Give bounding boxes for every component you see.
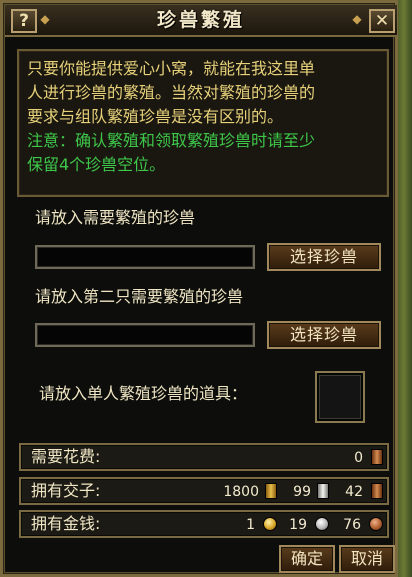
copper-ingot-icon	[371, 483, 383, 499]
money-label: 拥有金钱:	[31, 514, 101, 533]
cancel-button[interactable]: 取消	[339, 545, 395, 573]
info-panel: 只要你能提供爱心小窝，就能在我这里单 人进行珍兽的繁殖。当然对繁殖的珍兽的 要求…	[17, 49, 389, 197]
confirm-button[interactable]: 确定	[279, 545, 335, 573]
title-bar[interactable]: ? ◆ 珍兽繁殖 ◆ ✕	[5, 5, 397, 37]
background-scenery	[396, 0, 412, 577]
jiaozi-silver-value: 99	[293, 484, 311, 500]
breeding-item-slot[interactable]	[315, 371, 365, 423]
pet-breeding-dialog: ? ◆ 珍兽繁殖 ◆ ✕ 只要你能提供爱心小窝，就能在我这里单 人进行珍兽的繁殖…	[0, 0, 398, 577]
close-button[interactable]: ✕	[369, 9, 395, 33]
cost-label: 需要花费:	[31, 447, 101, 466]
note-line-2: 保留4个珍兽空位。	[27, 155, 166, 174]
money-gold-value: 1	[246, 517, 255, 533]
pet-slot-1-field[interactable]	[35, 245, 255, 269]
description-line-3: 要求与组队繁殖珍兽是没有区别的。	[27, 107, 284, 126]
money-silver-value: 19	[289, 517, 307, 533]
silver-ingot-icon	[317, 483, 329, 499]
note-line-1: 注意：确认繁殖和领取繁殖珍兽时请至少	[27, 131, 316, 150]
pet-slot-2-label: 请放入第二只需要繁殖的珍兽	[35, 287, 244, 306]
jiaozi-gold-value: 1800	[223, 484, 259, 500]
right-ornament-icon: ◆	[352, 12, 362, 26]
gold-coin-icon	[263, 517, 277, 531]
pet-slot-1-label: 请放入需要繁殖的珍兽	[35, 208, 196, 227]
description-line-1: 只要你能提供爱心小窝，就能在我这里单	[27, 59, 316, 78]
description-line-2: 人进行珍兽的繁殖。当然对繁殖的珍兽的	[27, 83, 316, 102]
question-mark-icon: ?	[19, 11, 29, 31]
copper-coin-icon	[369, 517, 383, 531]
ingot-icon	[371, 449, 383, 465]
select-pet-1-button[interactable]: 选择珍兽	[267, 243, 381, 271]
item-slot-label: 请放入单人繁殖珍兽的道具：	[39, 384, 248, 403]
gold-ingot-icon	[265, 483, 277, 499]
silver-coin-icon	[315, 517, 329, 531]
left-ornament-icon: ◆	[40, 12, 50, 26]
cost-value: 0	[354, 450, 363, 466]
select-pet-2-button[interactable]: 选择珍兽	[267, 321, 381, 349]
help-button[interactable]: ?	[11, 9, 37, 33]
money-copper-value: 76	[343, 517, 361, 533]
jiaozi-copper-value: 42	[345, 484, 363, 500]
jiaozi-label: 拥有交子:	[31, 481, 101, 500]
jiaozi-row: 拥有交子: 1800 99 42	[19, 477, 389, 505]
money-row: 拥有金钱: 1 19 76	[19, 510, 389, 538]
cost-row: 需要花费: 0	[19, 443, 389, 471]
pet-slot-2-field[interactable]	[35, 323, 255, 347]
close-icon: ✕	[374, 11, 390, 31]
dialog-title: 珍兽繁殖	[156, 9, 245, 31]
